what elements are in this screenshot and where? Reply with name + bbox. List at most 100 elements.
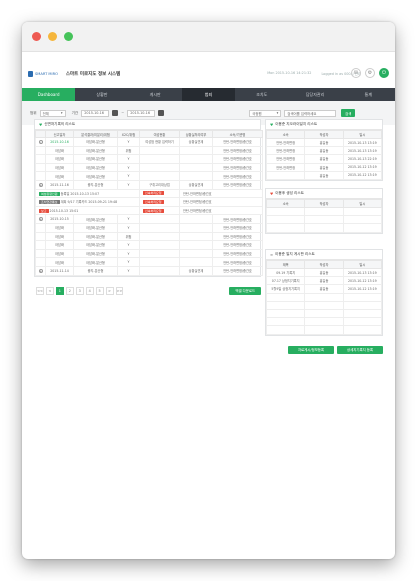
app-title: 스마트 미로지도 정보 시스템 [65,72,121,77]
list-item[interactable] [265,223,383,233]
main-nav: Dashboard 상황판 게시판 범죄 조치도 담당자관리 통계 [22,88,395,101]
table-row[interactable]: 아담화 아담화-분산형 Y 안탄-안하면정/중간호 [35,154,263,164]
col-date[interactable]: 신고일자 [45,130,74,138]
page-3[interactable]: 3 [75,286,84,295]
list-item[interactable]: 안탄-안하면정 홍길동 2015-10-13 22:19 [265,154,383,164]
nav-crime[interactable]: 범죄 [181,88,236,101]
list-item[interactable]: 홍길동 2015-10-12 13:19 [265,170,383,180]
logo[interactable]: SMART MIRO [28,71,58,77]
nav-action[interactable]: 조치도 [235,88,288,101]
power-icon[interactable]: ⏻ [379,68,389,78]
table-row[interactable]: 아담화 아담화-분산형 Y 안탄-안하면정/중간호 [35,248,263,259]
minimize-dot[interactable] [48,32,57,41]
header-icons: ✉ ⚙ ⏻ [351,68,389,78]
table-row[interactable]: 아담화 아담화-분산형 Y 안탄-안하면정/중간호 [35,171,263,181]
category-select[interactable]: 국정원 ▾ [249,109,282,117]
period-label: 기간 [71,110,79,115]
page-first[interactable]: << [36,286,44,295]
page-1[interactable]: 1 [55,286,64,295]
page-4[interactable]: 4 [85,286,94,295]
calendar-icon[interactable] [112,110,119,116]
col-analysis[interactable]: 분석결과/미분리/위험 [73,130,118,138]
list-item[interactable] [265,317,383,327]
detail-tag: 보고 [39,208,49,213]
panel-title: ♥ 이용준 지오라이일지 리스트 [266,120,382,130]
panel-title: ♥ 이용후 생성 리스트 [266,189,382,199]
excel-download-button[interactable]: 엑셀 다운로드 [229,286,262,295]
nav-board[interactable]: 게시판 [129,88,182,101]
search-input[interactable]: 검색어를 입력하세요 [284,109,337,117]
page-last[interactable]: >> [115,286,124,295]
record-list-panel: ♥ 신변처기록의 리스트 신고일자 분석결과/미분리/위험 X2C/위험 여성현황… [34,119,263,277]
table-row[interactable]: +2015-11-16 중지-분산형 Y 구취고리대상업 상황실연계 안탄-안하면정/중간… [35,179,263,190]
status-badge: 신속처리요청 [143,191,164,196]
list-item[interactable] [265,308,383,319]
main-content: ♥ 신변처기록의 리스트 신고일자 분석결과/미분리/위험 X2C/위험 여성현황… [34,119,263,295]
nav-dashboard[interactable]: Dashboard [22,88,76,101]
col-org[interactable]: 소속/기관명 [212,130,263,138]
detail-row: 여성유령인원 등록일 2015-10-13 15:07 신속처리요청 안탄-안하면정… [35,188,263,199]
table-row[interactable]: 아담화 아담화-분산형 Y 안탄-안하면정/중간호 [35,222,263,233]
list-item[interactable]: 안탄-안하면정 홍길동 2015-10-13 13:19 [265,146,383,156]
field-select[interactable]: 전체 ▾ [39,109,66,117]
table-row[interactable]: 아담화 아담화-분산형 위험 안탄-안하면정/중간호 [35,231,263,242]
page-next[interactable]: > [105,286,114,295]
list-item[interactable]: 09.19 기록지 홍길동 2015-10-13 13:19 [265,267,383,278]
list-item[interactable]: 5월9일 상정지기록지 홍길동 2015-10-12 13:19 [265,284,383,294]
col-risk[interactable]: X2C/위험 [117,130,140,138]
close-dot[interactable] [32,32,41,41]
list-item[interactable]: 안탄-안하면정 홍길동 2015-10-12 13:19 [265,162,383,172]
table-row[interactable]: 아담화 아담화-분산형 Y 안탄-안하면정/중간호 [35,162,263,173]
search-button[interactable]: 검색 [341,109,356,117]
list-item[interactable] [265,292,383,302]
nav-situation[interactable]: 상황판 [75,88,128,101]
list-icon: ≡ [270,252,274,257]
report-register-button[interactable]: 자료게시/정보등록 [288,345,334,354]
record-table: 신고일자 분석결과/미분리/위험 X2C/위험 여성현황 상황실처리여부 소속/… [35,130,263,276]
gear-icon[interactable]: ⚙ [365,68,375,78]
mail-icon[interactable]: ✉ [351,68,361,78]
expand-icon[interactable]: + [38,217,43,222]
panel-a: ♥ 이용준 지오라이일지 리스트 소속 작성자 일시 안탄-안하면정 홍길동 2015-1… [265,119,383,181]
panel-title: ≡ 이용준 일지 게시판 리스트 [266,250,382,260]
nav-stats[interactable]: 통계 [342,88,395,101]
list-item[interactable] [265,215,383,225]
app-header: SMART MIRO 스마트 미로지도 정보 시스템 Mon 2015-10-1… [22,64,395,84]
date-to-input[interactable]: 2015-10-16 [127,109,156,117]
date-from-input[interactable]: 2015-10-16 [81,109,110,117]
col-status[interactable]: 여성현황 [139,130,180,138]
page-prev[interactable]: < [45,286,54,295]
page-5[interactable]: 5 [95,286,104,295]
nav-manager[interactable]: 담당자관리 [288,88,341,101]
list-item[interactable]: 안탄-안하면정 홍길동 2015-10-13 13:19 [265,137,383,148]
list-item[interactable] [265,206,383,217]
table-row[interactable]: 아담화 아담화-분산형 Y 안탄-안하면정/중간호 [35,257,263,267]
table-row[interactable]: 아담화 아담화-분산형 위험 안탄-안하면정/중간호 [35,145,263,156]
panel-b: ♥ 이용후 생성 리스트 소속 작성자 일시 [265,188,383,234]
list-item[interactable] [265,300,383,310]
datetime-text: Mon 2015-10-16 14:21:32 [267,71,312,75]
col-processed[interactable]: 상황실처리여부 [179,130,213,138]
logo-icon [28,71,33,77]
table-row[interactable]: -2015-10-16 아담화-분산형 Y 여성범 현황 입력하기 상황실연계 안탄-안하… [35,137,263,147]
window-chrome [22,22,395,52]
table-row[interactable]: +2015-11-14 중지-분산형 Y 상황실연계 안탄-안하면정/중간호 [35,265,263,276]
detail-register-button[interactable]: 상세지기록지 등록 [337,345,383,354]
maximize-dot[interactable] [64,32,73,41]
table-row[interactable]: 아담화 아담화-분산형 Y 안탄-안하면정/중간호 [35,240,263,250]
calendar-icon[interactable] [158,110,165,116]
list-item[interactable]: 07.17 상정지기록지 홍길동 2015-10-12 13:19 [265,276,383,286]
panel-a-table: 소속 작성자 일시 안탄-안하면정 홍길동 2015-10-13 13:19 안탄-안하… [265,130,383,180]
detail-tag: 조치연관통보 [39,200,60,205]
status-badge: 신속처리요청 [143,199,164,204]
list-item[interactable] [265,325,383,335]
detail-tag: 여성유령인원 [39,191,60,196]
heart-icon: ♥ [270,122,274,127]
table-row[interactable]: +2015-10-15 아담화-분산형 Y 안탄-안하면정/중간호 [35,214,263,224]
expand-icon[interactable]: + [38,268,43,273]
expand-icon[interactable]: - [38,139,43,144]
page-2[interactable]: 2 [65,286,74,295]
heart-icon: ♥ [39,122,43,127]
heart-icon: ♥ [270,191,274,196]
expand-icon[interactable]: + [38,182,43,187]
